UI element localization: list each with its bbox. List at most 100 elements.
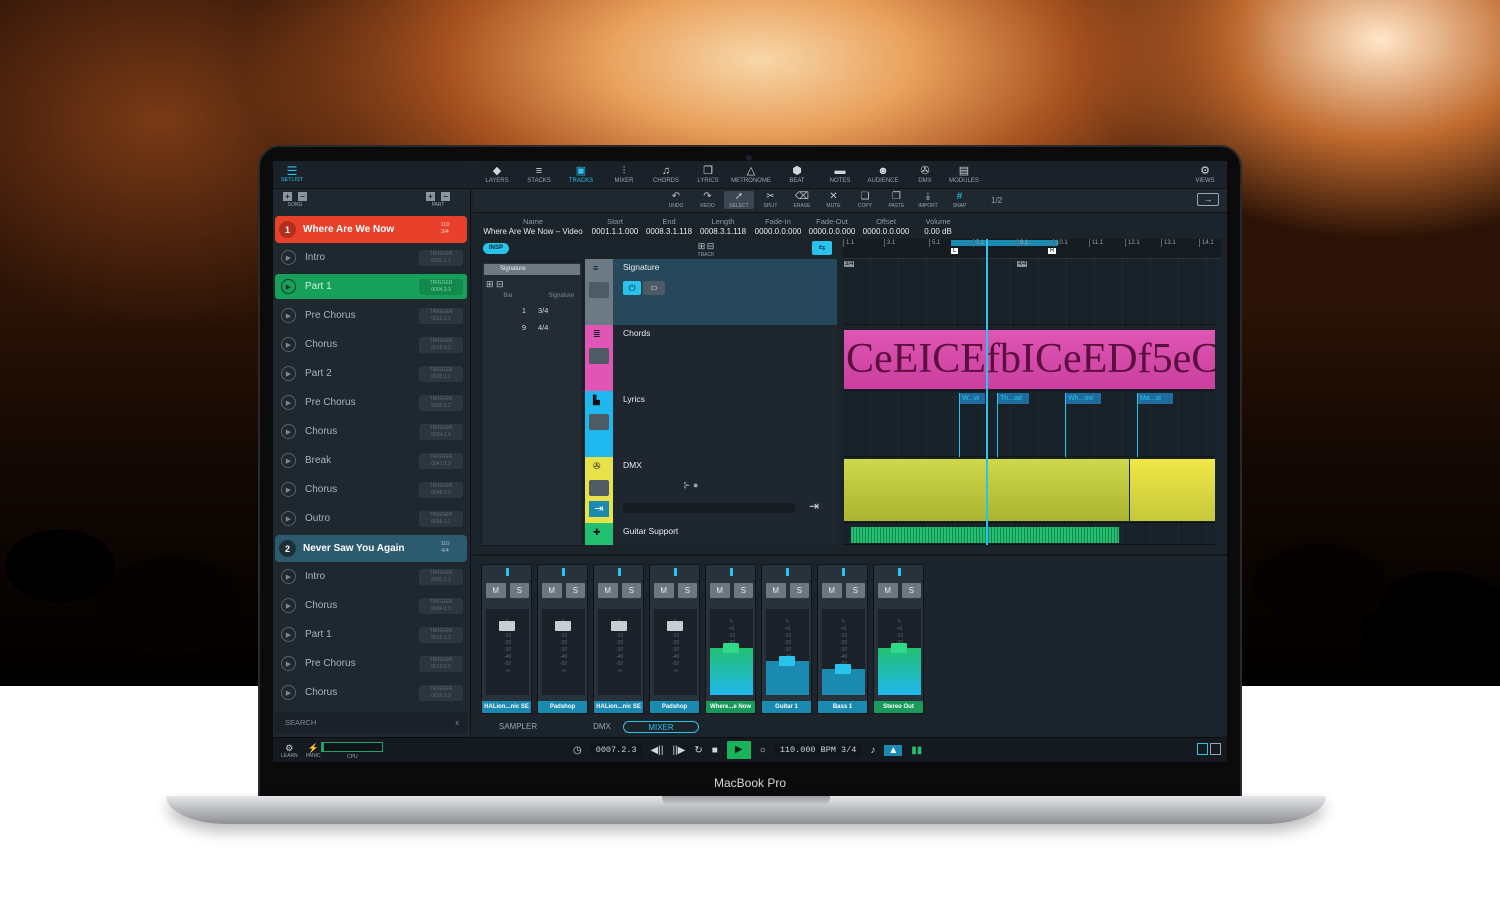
part-trigger[interactable]: TRIGGER 0012.1.1 — [419, 307, 463, 324]
trigger-play-icon[interactable]: ▶ — [281, 250, 296, 265]
tool-select[interactable]: ➚ SELECT — [724, 191, 754, 209]
part-row[interactable]: ▶ Pre Chorus TRIGGER 0012.1.1 — [275, 303, 467, 328]
part-trigger[interactable]: TRIGGER 0015.3.3 — [419, 336, 463, 353]
snap-value[interactable]: 1/2 — [991, 196, 1002, 205]
trigger-play-icon[interactable]: ▶ — [281, 308, 296, 323]
toolbar-audience[interactable]: ☻ AUDIENCE — [861, 165, 905, 184]
play-button[interactable]: ▶ — [726, 741, 751, 759]
clip-fade-in[interactable]: Fade-In 0000.0.0.000 — [751, 217, 805, 237]
song-row[interactable]: 1 Where Are We Now 110 3/4 — [275, 216, 467, 243]
mixer-channel[interactable]: MS 6+0-10-20-30-40-50-∞ HALion...nic SE — [481, 564, 532, 714]
mixer-channel[interactable]: MS 6+0-10-20-30-40-50-∞ HALion...nic SE — [593, 564, 644, 714]
add-track-icon[interactable]: ⊞ — [698, 241, 706, 251]
remove-track-icon[interactable]: ⊟ — [707, 241, 715, 251]
meter-icon[interactable]: ▮▮ — [911, 745, 922, 756]
tool-erase[interactable]: ⌫ ERASE — [787, 191, 817, 209]
toolbar-stacks[interactable]: ≡ STACKS — [517, 165, 561, 184]
stop-icon[interactable]: ■ — [712, 745, 718, 756]
setlist-menu-button[interactable]: ☰ SETLIST — [279, 165, 305, 183]
tab-sampler[interactable]: SAMPLER — [493, 721, 543, 733]
part-row[interactable]: ▶ Chorus TRIGGER 0015.3.3 — [275, 332, 467, 357]
loop-left-marker[interactable]: L — [951, 248, 959, 254]
tag-icon[interactable] — [589, 282, 609, 298]
solo-button[interactable]: S — [509, 583, 529, 598]
clip-fade-out[interactable]: Fade-Out 0000.0.0.000 — [805, 217, 859, 237]
solo-button[interactable]: S — [733, 583, 753, 598]
lyrics-clip[interactable]: Th...ad — [997, 393, 1029, 404]
clip-name[interactable]: Name Where Are We Now – Video — [483, 217, 583, 237]
fader-handle[interactable] — [779, 655, 795, 666]
panic-button[interactable]: ⚡ PANIC — [306, 744, 321, 760]
solo-button[interactable]: S — [901, 583, 921, 598]
dmx-import-icon[interactable]: ⇥ — [589, 501, 609, 517]
tool-undo[interactable]: ↶ UNDO — [661, 191, 691, 209]
fader-handle[interactable] — [891, 642, 907, 653]
tempo-display[interactable]: 110.000 BPM 3/4 — [774, 743, 862, 757]
dmx-link-icon[interactable]: ⊱ ● — [683, 480, 698, 491]
mixer-channel[interactable]: MS 6+0-10-20-30-40-50-∞ Stereo Out — [873, 564, 924, 714]
part-trigger[interactable]: TRIGGER 0030.3.2 — [419, 394, 463, 411]
toolbar-dmx[interactable]: ✇ DMX — [903, 165, 947, 184]
timeline-ruler[interactable]: L R 1.1 3.1 5.1 7.1 9.1 10.1 11.1 12.1 13.1 14.1 — [843, 239, 1221, 259]
fader-handle[interactable] — [667, 621, 683, 631]
trigger-play-icon[interactable]: ▶ — [281, 453, 296, 468]
trigger-play-icon[interactable]: ▶ — [281, 337, 296, 352]
part-trigger[interactable]: TRIGGER 0004.3.3 — [419, 278, 463, 295]
mute-button[interactable]: M — [766, 583, 786, 598]
mixer-channel[interactable]: MS 6+0-10-20-30-40-50-∞ Padshop — [537, 564, 588, 714]
part-trigger[interactable]: TRIGGER 0048.3.3 — [419, 481, 463, 498]
toolbar-metronome[interactable]: △ METRONOME — [729, 165, 773, 184]
trigger-play-icon[interactable]: ▶ — [281, 598, 296, 613]
tool-paste[interactable]: ❐ PASTE — [882, 191, 912, 209]
track-header[interactable]: ✇ ⇥ DMX ⊱ ● ⇥ — [585, 457, 837, 523]
part-row[interactable]: ▶ Chorus TRIGGER 0034.1.4 — [275, 419, 467, 444]
solo-button[interactable]: S — [677, 583, 697, 598]
song-row[interactable]: 2 Never Saw You Again 110 4/4 — [275, 535, 467, 562]
part-row[interactable]: ▶ Chorus TRIGGER 0026.3.3 — [275, 680, 467, 705]
clip-end[interactable]: End 0008.3.1.118 — [643, 217, 695, 237]
clip-volume[interactable]: Volume 0.00 dB — [915, 217, 961, 237]
fader-handle[interactable] — [555, 621, 571, 631]
rewind-icon[interactable]: ◀|| — [651, 745, 664, 756]
part-row[interactable]: ▶ Part 1 TRIGGER 0004.3.3 — [275, 274, 467, 299]
clock-icon[interactable]: ◷ — [573, 745, 582, 756]
part-trigger[interactable]: TRIGGER 0026.3.3 — [419, 684, 463, 701]
fader-handle[interactable] — [723, 642, 739, 653]
remove-song-icon[interactable]: − — [298, 192, 307, 201]
views-button[interactable]: ⚙ VIEWS — [1185, 165, 1225, 184]
fader-handle[interactable] — [611, 621, 627, 631]
clip-offset[interactable]: Offset 0000.0.0.000 — [859, 217, 913, 237]
track-header[interactable]: ≣ Chords — [585, 325, 837, 391]
loop-right-marker[interactable]: R — [1048, 248, 1057, 254]
part-row[interactable]: ▶ Part 1 TRIGGER 0012.1.1 — [275, 622, 467, 647]
tool-mute[interactable]: ✕ MUTE — [819, 191, 849, 209]
part-row[interactable]: ▶ Chorus TRIGGER 0004.3.3 — [275, 593, 467, 618]
clip-length[interactable]: Length 0008.3.1.118 — [697, 217, 749, 237]
lyrics-clip[interactable]: Ma...st — [1137, 393, 1173, 404]
clear-search-icon[interactable]: x — [455, 712, 459, 734]
track-header[interactable]: ✚ Guitar Support — [585, 523, 837, 545]
tool-split[interactable]: ✂ SPLIT — [756, 191, 786, 209]
part-trigger[interactable]: TRIGGER 0001.1.1 — [419, 568, 463, 585]
mute-button[interactable]: M — [486, 583, 506, 598]
playhead[interactable] — [986, 239, 988, 545]
mixer-channel[interactable]: MS 6+0-10-20-30-40-50-∞ Padshop — [649, 564, 700, 714]
mute-button[interactable]: M — [598, 583, 618, 598]
mute-button[interactable]: M — [542, 583, 562, 598]
record-icon[interactable]: ○ — [760, 745, 766, 756]
part-trigger[interactable]: TRIGGER 0041.2.2 — [419, 452, 463, 469]
toolbar-layers[interactable]: ◆ LAYERS — [475, 165, 519, 184]
solo-button[interactable]: S — [565, 583, 585, 598]
part-row[interactable]: ▶ Intro TRIGGER 0001.1.1 — [275, 564, 467, 589]
loop-range[interactable] — [951, 240, 1058, 246]
track-header[interactable]: ▙ Lyrics — [585, 391, 837, 457]
trigger-play-icon[interactable]: ▶ — [281, 685, 296, 700]
fader-handle[interactable] — [835, 664, 851, 675]
guitar-audio-clip[interactable] — [851, 527, 1119, 543]
track-header[interactable]: ≡ Signature ⏻ ▭ — [585, 259, 837, 325]
part-row[interactable]: ▶ Pre Chorus TRIGGER 0030.3.2 — [275, 390, 467, 415]
fader-handle[interactable] — [499, 621, 515, 631]
solo-button[interactable]: S — [789, 583, 809, 598]
signature-row[interactable]: 9 4/4 — [484, 319, 580, 336]
add-song-icon[interactable]: + — [283, 192, 292, 201]
